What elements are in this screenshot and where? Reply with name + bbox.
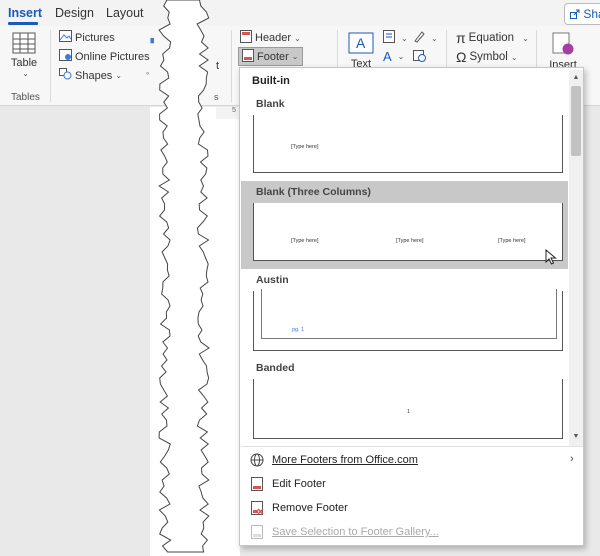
globe-icon bbox=[250, 453, 264, 467]
remove-footer-command[interactable]: Remove Footer bbox=[250, 501, 348, 515]
save-selection-command: Save Selection to Footer Gallery... bbox=[250, 525, 439, 539]
more-footers-label: More Footers from Office.com bbox=[272, 454, 418, 466]
footer-preview: 1 bbox=[253, 379, 563, 439]
edit-footer-label: Edit Footer bbox=[272, 478, 326, 490]
placeholder-text: pg. 1 bbox=[292, 327, 305, 333]
chevron-right-icon: › bbox=[570, 453, 574, 465]
scroll-up-icon[interactable]: ▲ bbox=[571, 73, 581, 83]
scrollbar[interactable]: ▲ ▼ bbox=[569, 70, 583, 446]
footer-item-title: Austin bbox=[256, 274, 289, 286]
footer-dropdown: Built-in ▲ ▼ Blank [Type here] Blank (Th… bbox=[239, 67, 584, 546]
save-selection-label: Save Selection to Footer Gallery... bbox=[272, 526, 439, 538]
placeholder-text: [Type here] bbox=[291, 144, 319, 150]
footer-item-austin[interactable]: Austin pg. 1 bbox=[241, 269, 568, 357]
placeholder-text: [Type here] bbox=[291, 238, 319, 244]
remove-footer-icon bbox=[250, 501, 264, 515]
remove-footer-label: Remove Footer bbox=[272, 502, 348, 514]
footer-item-blank[interactable]: Blank [Type here] bbox=[241, 93, 568, 181]
placeholder-text: [Type here] bbox=[498, 238, 526, 244]
scroll-down-icon[interactable]: ▼ bbox=[571, 432, 581, 442]
torn-edge-shape bbox=[158, 0, 210, 553]
footer-item-title: Blank bbox=[256, 98, 285, 110]
menu-separator bbox=[241, 446, 583, 447]
edit-footer-command[interactable]: Edit Footer bbox=[250, 477, 326, 491]
footer-preview: [Type here] [Type here] [Type here] bbox=[253, 203, 563, 261]
scroll-thumb[interactable] bbox=[571, 86, 581, 156]
more-footers-command[interactable]: More Footers from Office.com bbox=[250, 453, 418, 467]
mouse-cursor-icon bbox=[545, 249, 557, 265]
austin-border: pg. 1 bbox=[261, 289, 557, 339]
footer-preview: [Type here] bbox=[253, 115, 563, 173]
placeholder-text: [Type here] bbox=[396, 238, 424, 244]
footer-item-title: Banded bbox=[256, 362, 295, 374]
footer-item-banded[interactable]: Banded 1 bbox=[241, 357, 568, 446]
built-in-heading: Built-in bbox=[252, 75, 290, 87]
footer-item-blank-three-columns[interactable]: Blank (Three Columns) [Type here] [Type … bbox=[241, 181, 568, 269]
edit-footer-icon bbox=[250, 477, 264, 491]
footer-preview: pg. 1 bbox=[253, 289, 563, 351]
save-to-gallery-icon bbox=[250, 525, 264, 539]
placeholder-text: 1 bbox=[407, 409, 411, 415]
footer-item-title: Blank (Three Columns) bbox=[256, 186, 371, 198]
